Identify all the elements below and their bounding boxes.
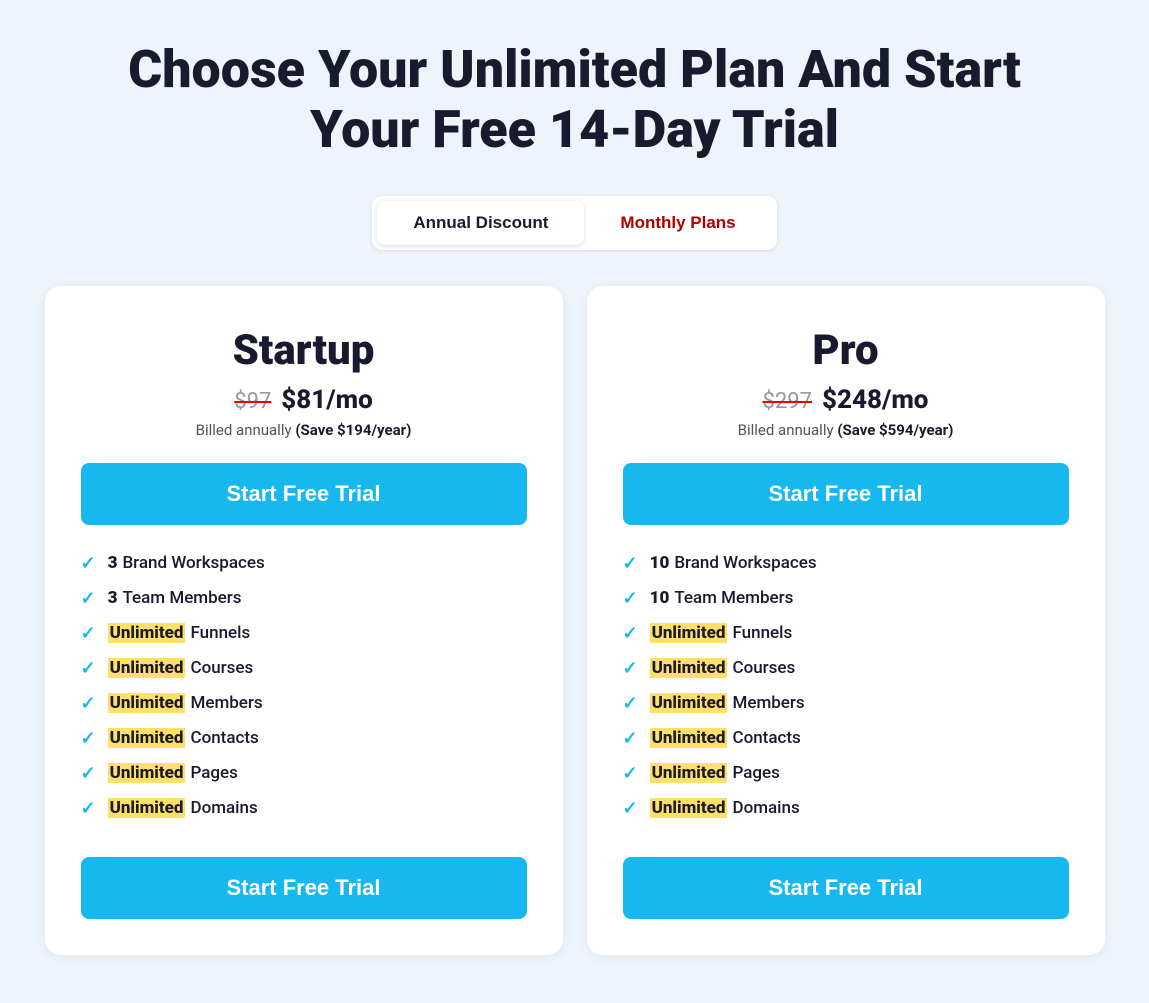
features-list: ✓ 3 Brand Workspaces ✓ 3 Team Members ✓: [81, 553, 527, 833]
check-icon: ✓: [81, 588, 96, 609]
check-icon: ✓: [623, 588, 638, 609]
plan-name: Pro: [623, 326, 1069, 375]
feature-highlight: Unlimited: [108, 693, 186, 713]
feature-text: Members: [732, 693, 804, 713]
feature-highlight: Unlimited: [108, 763, 186, 783]
original-price: $97: [234, 389, 271, 414]
start-trial-top-button[interactable]: Start Free Trial: [623, 463, 1069, 525]
start-trial-bottom-button[interactable]: Start Free Trial: [623, 857, 1069, 919]
feature-item: ✓ Unlimited Domains: [623, 798, 1069, 819]
plan-pricing: $297 $248/mo: [623, 385, 1069, 415]
feature-text: Courses: [190, 658, 253, 678]
feature-highlight: Unlimited: [108, 728, 186, 748]
feature-text: Funnels: [732, 623, 792, 643]
feature-item: ✓ Unlimited Funnels: [623, 623, 1069, 644]
annual-discount-tab[interactable]: Annual Discount: [377, 201, 584, 245]
feature-highlight: Unlimited: [650, 693, 728, 713]
feature-number: 3: [108, 553, 118, 573]
check-icon: ✓: [623, 693, 638, 714]
feature-item: ✓ Unlimited Contacts: [623, 728, 1069, 749]
current-price: $248/mo: [822, 385, 928, 415]
billing-info: Billed annually (Save $194/year): [81, 421, 527, 439]
feature-highlight: Unlimited: [650, 623, 728, 643]
features-list: ✓ 10 Brand Workspaces ✓ 10 Team Members: [623, 553, 1069, 833]
feature-item: ✓ Unlimited Courses: [81, 658, 527, 679]
feature-item: ✓ 10 Team Members: [623, 588, 1069, 609]
check-icon: ✓: [81, 728, 96, 749]
feature-highlight: Unlimited: [108, 658, 186, 678]
start-trial-top-button[interactable]: Start Free Trial: [81, 463, 527, 525]
feature-text: Brand Workspaces: [122, 553, 264, 573]
feature-item: ✓ Unlimited Contacts: [81, 728, 527, 749]
feature-item: ✓ Unlimited Members: [81, 693, 527, 714]
feature-text: Funnels: [190, 623, 250, 643]
billing-toggle: Annual Discount Monthly Plans: [372, 196, 776, 250]
feature-item: ✓ Unlimited Courses: [623, 658, 1069, 679]
feature-item: ✓ 3 Team Members: [81, 588, 527, 609]
page-title: Choose Your Unlimited Plan And Start You…: [125, 40, 1025, 160]
feature-item: ✓ Unlimited Pages: [81, 763, 527, 784]
check-icon: ✓: [81, 658, 96, 679]
feature-text: Domains: [732, 798, 799, 818]
check-icon: ✓: [623, 623, 638, 644]
check-icon: ✓: [81, 553, 96, 574]
feature-text: Team Members: [674, 588, 793, 608]
feature-highlight: Unlimited: [108, 798, 186, 818]
plans-container: Startup $97 $81/mo Billed annually (Save…: [45, 286, 1105, 955]
start-trial-bottom-button[interactable]: Start Free Trial: [81, 857, 527, 919]
billing-info: Billed annually (Save $594/year): [623, 421, 1069, 439]
feature-highlight: Unlimited: [650, 728, 728, 748]
feature-number: 10: [650, 588, 670, 608]
feature-text: Contacts: [190, 728, 258, 748]
check-icon: ✓: [623, 553, 638, 574]
feature-item: ✓ Unlimited Pages: [623, 763, 1069, 784]
check-icon: ✓: [81, 693, 96, 714]
check-icon: ✓: [81, 763, 96, 784]
check-icon: ✓: [81, 623, 96, 644]
feature-text: Team Members: [122, 588, 241, 608]
feature-text: Brand Workspaces: [674, 553, 816, 573]
feature-text: Pages: [190, 763, 237, 783]
feature-number: 3: [108, 588, 118, 608]
feature-item: ✓ 3 Brand Workspaces: [81, 553, 527, 574]
feature-text: Pages: [732, 763, 779, 783]
check-icon: ✓: [623, 763, 638, 784]
plan-card-pro: Pro $297 $248/mo Billed annually (Save $…: [587, 286, 1105, 955]
original-price: $297: [763, 389, 812, 414]
monthly-plans-tab[interactable]: Monthly Plans: [584, 201, 771, 245]
feature-text: Courses: [732, 658, 795, 678]
current-price: $81/mo: [281, 385, 372, 415]
check-icon: ✓: [623, 728, 638, 749]
feature-highlight: Unlimited: [650, 763, 728, 783]
feature-item: ✓ 10 Brand Workspaces: [623, 553, 1069, 574]
feature-highlight: Unlimited: [108, 623, 186, 643]
feature-highlight: Unlimited: [650, 798, 728, 818]
check-icon: ✓: [623, 798, 638, 819]
savings-text: (Save $594/year): [837, 421, 953, 439]
check-icon: ✓: [623, 658, 638, 679]
savings-text: (Save $194/year): [295, 421, 411, 439]
plan-pricing: $97 $81/mo: [81, 385, 527, 415]
plan-card-startup: Startup $97 $81/mo Billed annually (Save…: [45, 286, 563, 955]
check-icon: ✓: [81, 798, 96, 819]
feature-item: ✓ Unlimited Domains: [81, 798, 527, 819]
feature-highlight: Unlimited: [650, 658, 728, 678]
feature-item: ✓ Unlimited Funnels: [81, 623, 527, 644]
plan-name: Startup: [81, 326, 527, 375]
feature-item: ✓ Unlimited Members: [623, 693, 1069, 714]
feature-text: Domains: [190, 798, 257, 818]
feature-number: 10: [650, 553, 670, 573]
feature-text: Members: [190, 693, 262, 713]
feature-text: Contacts: [732, 728, 800, 748]
